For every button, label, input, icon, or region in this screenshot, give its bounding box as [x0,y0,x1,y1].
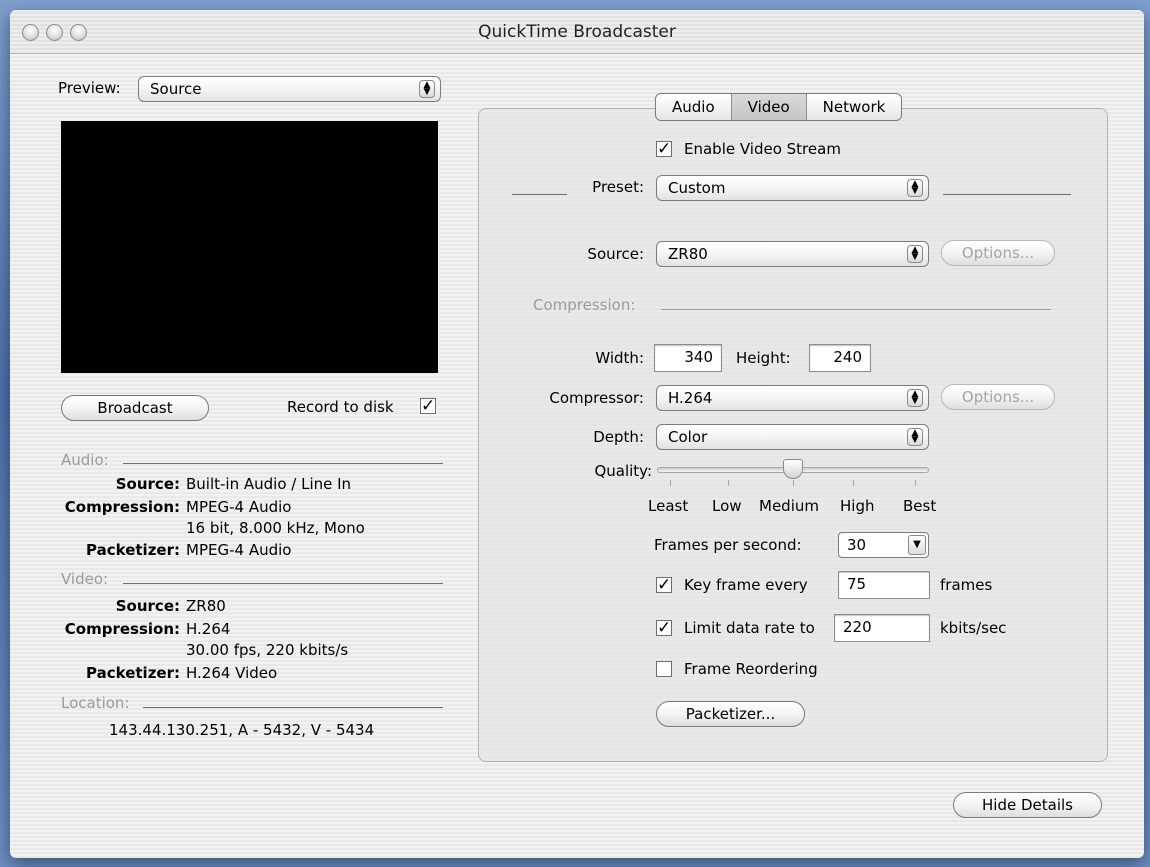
video-source-select[interactable]: ZR80 ▲ ▼ [656,241,929,267]
tab-network[interactable]: Network [805,94,902,120]
enable-video-stream-checkbox[interactable]: ✓ [656,139,672,159]
fps-select[interactable]: 30 ▼ [838,532,929,558]
preview-select-value: Source [150,80,202,98]
preset-label: Preset: [592,178,644,196]
audio-packetizer-label: Packetizer: [86,541,180,559]
compression-heading: Compression: [533,296,636,314]
depth-select-value: Color [668,428,708,446]
quality-slider-thumb[interactable] [783,459,803,479]
checkmark-icon: ✓ [657,618,672,638]
width-input[interactable]: 340 [654,344,722,372]
hide-details-button[interactable]: Hide Details [953,792,1102,818]
video-heading: Video: [61,570,109,588]
quality-tick [853,480,854,486]
divider [123,463,443,464]
compressor-select[interactable]: H.264 ▲ ▼ [656,385,929,411]
quality-tick [915,480,916,486]
quality-tick [793,480,794,486]
audio-compression-value: MPEG-4 Audio [186,498,292,516]
fps-label: Frames per second: [654,536,802,554]
enable-video-stream-label: Enable Video Stream [684,140,841,158]
broadcast-button[interactable]: Broadcast [61,395,209,421]
settings-tabs: Audio Video Network [655,93,903,121]
quality-tick [728,480,729,486]
video-compression-label: Compression: [64,620,180,638]
audio-compression-label: Compression: [64,498,180,516]
frame-reordering-label: Frame Reordering [684,660,818,678]
location-heading: Location: [61,694,130,712]
fps-select-value: 30 [847,536,867,554]
audio-compression-detail: 16 bit, 8.000 kHz, Mono [186,519,365,537]
preset-select[interactable]: Custom ▲ ▼ [656,175,929,201]
height-input[interactable]: 240 [809,344,871,372]
checkmark-icon: ✓ [421,396,436,416]
video-source-select-value: ZR80 [668,245,708,263]
audio-packetizer-value: MPEG-4 Audio [186,541,292,559]
record-to-disk-checkbox[interactable]: ✓ [420,396,436,416]
divider [661,309,1051,310]
frame-reordering-checkbox[interactable] [656,661,672,677]
chevron-updown-icon: ▲ ▼ [907,428,923,446]
width-label: Width: [595,349,644,367]
window-title: QuickTime Broadcaster [478,22,676,42]
packetizer-button[interactable]: Packetizer... [656,701,805,727]
app-window: QuickTime Broadcaster Preview: Source ▲ ▼… [10,10,1144,858]
limit-data-rate-checkbox[interactable]: ✓ [656,618,672,638]
video-packetizer-label: Packetizer: [86,664,180,682]
audio-source-label: Source: [115,475,180,493]
height-label: Height: [736,349,791,367]
checkmark-icon: ✓ [657,575,672,595]
limit-data-rate-unit: kbits/sec [940,619,1007,637]
video-compression-value: H.264 [186,620,231,638]
video-source-value: ZR80 [186,597,226,615]
key-frame-checkbox[interactable]: ✓ [656,575,672,595]
divider [943,194,1071,195]
compressor-options-button[interactable]: Options... [941,384,1055,410]
tab-video[interactable]: Video [730,94,806,120]
video-source-label: Source: [115,597,180,615]
audio-heading: Audio: [61,451,109,469]
chevron-updown-icon: ▲ ▼ [419,80,435,98]
checkmark-icon: ✓ [657,139,672,159]
preview-label: Preview: [58,79,121,97]
quality-tick-high: High [840,497,875,515]
limit-data-rate-input[interactable]: 220 [834,614,930,642]
video-compression-detail: 30.00 fps, 220 kbits/s [186,641,349,659]
depth-label: Depth: [593,428,644,446]
tab-audio[interactable]: Audio [656,94,731,120]
chevron-updown-icon: ▲ ▼ [907,245,923,263]
divider [143,707,443,708]
preset-select-value: Custom [668,179,726,197]
record-to-disk-label: Record to disk [287,398,394,416]
chevron-updown-icon: ▲ ▼ [907,179,923,197]
quality-tick-least: Least [648,497,689,515]
title-bar: QuickTime Broadcaster [10,10,1144,54]
quality-label: Quality: [594,462,652,480]
quality-tick-medium: Medium [759,497,819,515]
limit-data-rate-label: Limit data rate to [684,619,815,637]
video-packetizer-value: H.264 Video [186,664,278,682]
key-frame-unit: frames [940,576,993,594]
preview-video-area [61,121,438,373]
chevron-down-icon: ▼ [908,535,926,555]
source-options-button[interactable]: Options... [941,240,1055,266]
quality-tick [670,480,671,486]
location-value: 143.44.130.251, A - 5432, V - 5434 [109,721,375,739]
preview-select[interactable]: Source ▲ ▼ [138,76,441,102]
video-source-setting-label: Source: [587,245,644,263]
chevron-updown-icon: ▲ ▼ [907,389,923,407]
compressor-label: Compressor: [549,389,644,407]
audio-source-value: Built-in Audio / Line In [186,475,352,493]
depth-select[interactable]: Color ▲ ▼ [656,424,929,450]
key-frame-label: Key frame every [684,576,808,594]
key-frame-input[interactable]: 75 [838,571,930,599]
quality-tick-best: Best [903,497,937,515]
divider [123,583,443,584]
compressor-select-value: H.264 [668,389,713,407]
quality-tick-low: Low [712,497,742,515]
